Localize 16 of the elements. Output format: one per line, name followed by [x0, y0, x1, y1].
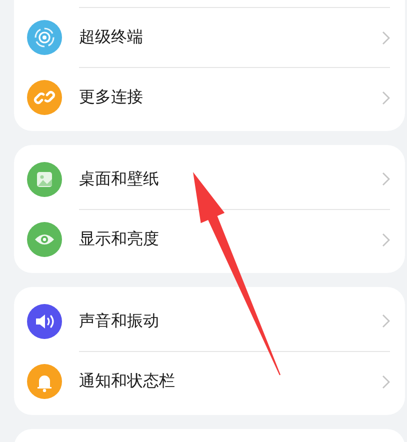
chevron-icon — [382, 90, 390, 104]
settings-item[interactable]: 声音和振动 — [14, 291, 405, 351]
item-label: 超级终端 — [79, 27, 144, 48]
settings-item[interactable]: 更多连接 — [14, 67, 405, 127]
item-label: 通知和状态栏 — [79, 371, 176, 392]
settings-item[interactable]: 通知和状态栏 — [14, 351, 405, 411]
chevron-icon — [382, 374, 390, 388]
chevron-icon — [382, 172, 390, 186]
settings-item[interactable]: 超级终端 — [14, 7, 405, 67]
item-label: 桌面和壁纸 — [79, 168, 160, 190]
chevron-icon — [382, 30, 390, 44]
item-label: 声音和振动 — [79, 310, 160, 332]
chevron-icon — [382, 232, 390, 246]
chevron-icon — [382, 314, 390, 328]
item-label: 更多连接 — [79, 87, 144, 108]
item-label: 显示和亮度 — [79, 229, 160, 250]
